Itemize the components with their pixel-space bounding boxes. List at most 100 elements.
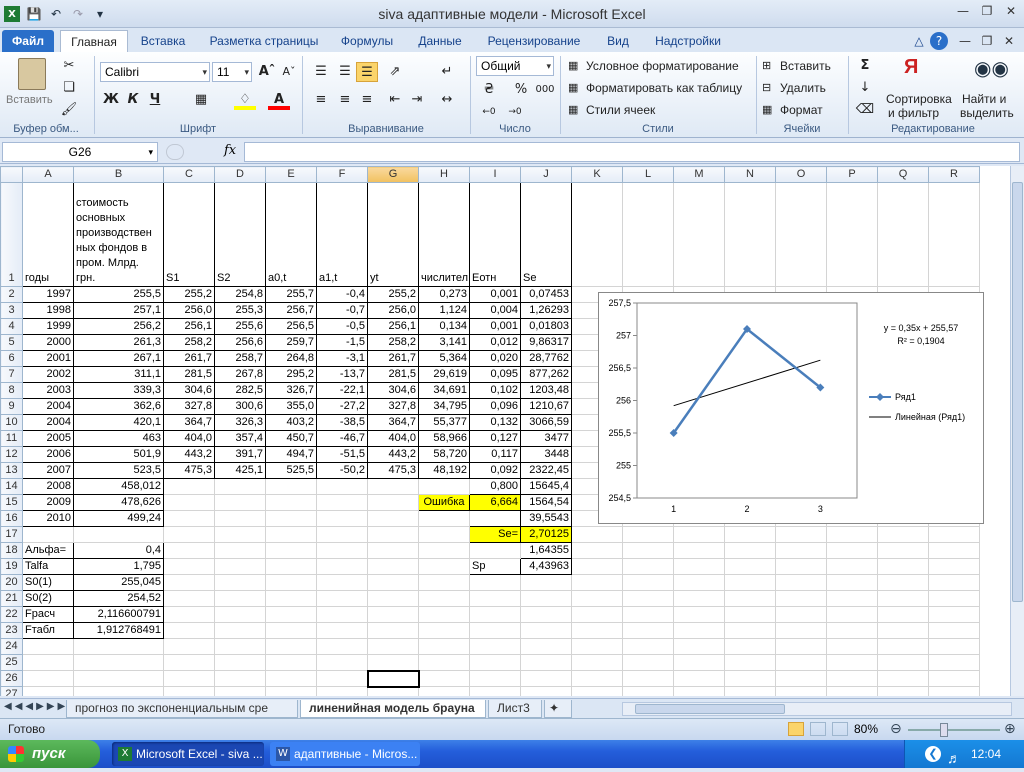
- zoom-slider[interactable]: [908, 729, 1000, 731]
- cell[interactable]: [214, 686, 266, 696]
- cell[interactable]: 403,2: [265, 414, 317, 431]
- cell[interactable]: 28,7762: [520, 350, 572, 367]
- cell[interactable]: 0,134: [418, 318, 470, 335]
- cell[interactable]: Ошибка: [418, 494, 470, 511]
- column-header[interactable]: G: [367, 166, 419, 183]
- cell[interactable]: Еотн: [469, 182, 521, 287]
- cell[interactable]: [469, 590, 521, 607]
- cell[interactable]: -50,2: [316, 462, 368, 479]
- insert-function-icon[interactable]: fx: [224, 143, 236, 158]
- cell[interactable]: [367, 478, 419, 495]
- cell[interactable]: [622, 686, 674, 696]
- cell[interactable]: [214, 654, 266, 671]
- cell[interactable]: [367, 622, 419, 639]
- cell[interactable]: [214, 590, 266, 607]
- cell[interactable]: 391,7: [214, 446, 266, 463]
- cell[interactable]: 256,7: [265, 302, 317, 319]
- cell[interactable]: [520, 654, 572, 671]
- cell[interactable]: [418, 542, 470, 559]
- cell[interactable]: [877, 542, 929, 559]
- cell[interactable]: Альфа=: [22, 542, 74, 559]
- cell[interactable]: 2004: [22, 398, 74, 415]
- cell[interactable]: [418, 622, 470, 639]
- cell[interactable]: [214, 558, 266, 575]
- cell[interactable]: [265, 638, 317, 655]
- cell[interactable]: [418, 686, 470, 696]
- cell[interactable]: 1,64355: [520, 542, 572, 559]
- column-header[interactable]: J: [520, 166, 572, 183]
- doc-close-button[interactable]: ✕: [996, 32, 1022, 50]
- hscroll-thumb[interactable]: [635, 704, 785, 714]
- cell[interactable]: 355,0: [265, 398, 317, 415]
- cell[interactable]: -22,1: [316, 382, 368, 399]
- fill-color-icon[interactable]: ♢: [234, 90, 256, 110]
- sort-filter-button[interactable]: Я Сортировка и фильтр: [884, 56, 954, 120]
- cell[interactable]: [265, 526, 317, 543]
- tab-formulas[interactable]: Формулы: [334, 30, 400, 52]
- minimize-ribbon-icon[interactable]: △: [906, 32, 932, 50]
- cell[interactable]: [724, 542, 776, 559]
- cell[interactable]: [367, 494, 419, 511]
- cell[interactable]: 0,012: [469, 334, 521, 351]
- borders-icon[interactable]: ▦: [190, 90, 212, 110]
- cell[interactable]: [418, 510, 470, 527]
- cell[interactable]: [826, 542, 878, 559]
- cell[interactable]: [418, 478, 470, 495]
- row-header[interactable]: 19: [0, 558, 23, 575]
- cell[interactable]: [469, 542, 521, 559]
- cell[interactable]: [571, 622, 623, 639]
- cell[interactable]: [928, 606, 980, 623]
- cell[interactable]: 523,5: [73, 462, 164, 479]
- cell[interactable]: [163, 494, 215, 511]
- cell[interactable]: [214, 494, 266, 511]
- cell[interactable]: [571, 686, 623, 696]
- cell[interactable]: 1203,48: [520, 382, 572, 399]
- cell[interactable]: 256,0: [367, 302, 419, 319]
- cell[interactable]: [622, 606, 674, 623]
- tray-back-icon[interactable]: ❮: [925, 746, 941, 762]
- cell[interactable]: [775, 654, 827, 671]
- cell[interactable]: [367, 606, 419, 623]
- cell[interactable]: 0,4: [73, 542, 164, 559]
- column-header[interactable]: M: [673, 166, 725, 183]
- cell[interactable]: 326,3: [214, 414, 266, 431]
- cell[interactable]: 281,5: [163, 366, 215, 383]
- row-header[interactable]: 22: [0, 606, 23, 623]
- column-header[interactable]: C: [163, 166, 215, 183]
- cell[interactable]: [367, 574, 419, 591]
- shrink-font-icon[interactable]: Aˇ: [278, 62, 300, 82]
- column-header[interactable]: R: [928, 166, 980, 183]
- cell[interactable]: -0,7: [316, 302, 368, 319]
- cell[interactable]: 256,0: [163, 302, 215, 319]
- cell[interactable]: [673, 590, 725, 607]
- cell[interactable]: 2001: [22, 350, 74, 367]
- cell[interactable]: 0,020: [469, 350, 521, 367]
- currency-icon[interactable]: ₴: [478, 80, 500, 100]
- cell[interactable]: [622, 574, 674, 591]
- cell[interactable]: 254,8: [214, 286, 266, 303]
- cell[interactable]: [877, 686, 929, 696]
- cell[interactable]: [928, 542, 980, 559]
- cell[interactable]: [775, 638, 827, 655]
- cell[interactable]: [622, 558, 674, 575]
- cell[interactable]: 0,092: [469, 462, 521, 479]
- column-header[interactable]: P: [826, 166, 878, 183]
- row-header[interactable]: 16: [0, 510, 23, 527]
- cell[interactable]: 450,7: [265, 430, 317, 447]
- zoom-in-icon[interactable]: ⊕: [1004, 721, 1016, 737]
- cell[interactable]: [571, 590, 623, 607]
- fill-icon[interactable]: ↓: [854, 78, 876, 98]
- cell[interactable]: [775, 670, 827, 687]
- cell[interactable]: [775, 558, 827, 575]
- number-format-select[interactable]: Общий ▾: [476, 56, 554, 76]
- row-header[interactable]: 15: [0, 494, 23, 511]
- cell[interactable]: 0,001: [469, 286, 521, 303]
- row-header[interactable]: 12: [0, 446, 23, 463]
- cell[interactable]: [469, 622, 521, 639]
- cell[interactable]: 3,141: [418, 334, 470, 351]
- cell[interactable]: [775, 574, 827, 591]
- format-painter-icon[interactable]: 🖌: [58, 100, 80, 120]
- cell[interactable]: [367, 654, 419, 671]
- cell[interactable]: [265, 478, 317, 495]
- cell[interactable]: [826, 638, 878, 655]
